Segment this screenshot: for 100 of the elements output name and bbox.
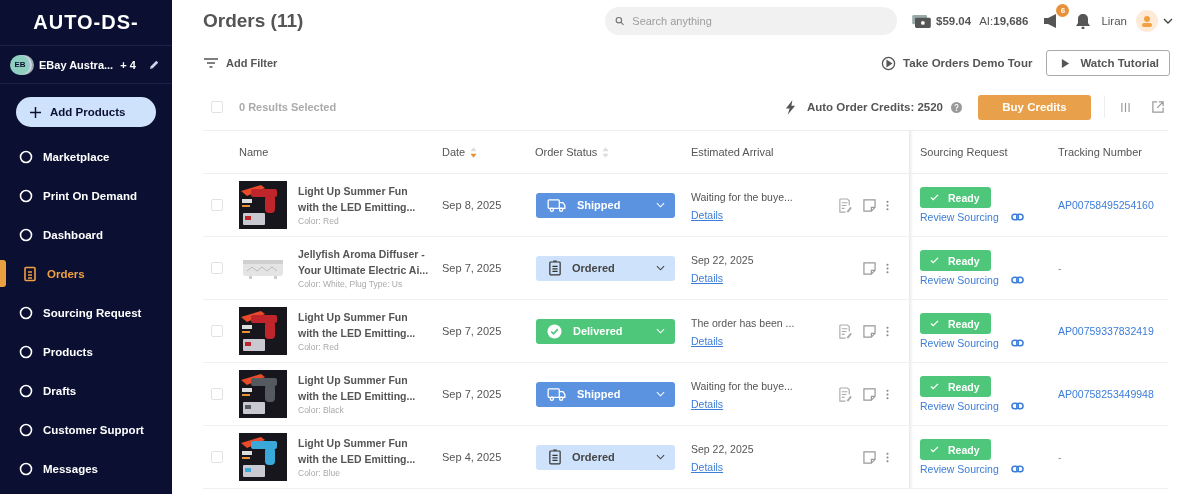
more-icon[interactable]: [886, 387, 889, 401]
column-header[interactable]: Order Status: [535, 146, 691, 158]
note-icon[interactable]: [863, 261, 876, 275]
more-icon[interactable]: [886, 450, 889, 464]
chevron-down-icon[interactable]: [1163, 18, 1173, 24]
link-icon[interactable]: [1010, 402, 1024, 410]
sidebar-item[interactable]: Sourcing Request: [0, 293, 172, 332]
columns-icon[interactable]: [1121, 102, 1130, 112]
bell-icon[interactable]: [1076, 13, 1091, 29]
help-icon[interactable]: [951, 101, 962, 113]
ai-label: AI:: [979, 15, 994, 27]
more-icon[interactable]: [886, 324, 889, 338]
more-icon[interactable]: [886, 261, 889, 275]
sidebar-item[interactable]: Messages: [0, 449, 172, 488]
ai-credits: 19,686: [993, 15, 1029, 27]
demo-tour-link[interactable]: Take Orders Demo Tour: [881, 55, 1033, 71]
product-title[interactable]: Light Up Summer Fun: [298, 182, 416, 199]
column-header[interactable]: Date: [442, 146, 535, 158]
review-sourcing-link[interactable]: Review Sourcing: [920, 337, 999, 349]
invoice-icon[interactable]: [838, 386, 853, 402]
note-icon[interactable]: [863, 450, 876, 464]
row-checkbox[interactable]: [211, 262, 223, 274]
details-link[interactable]: Details: [691, 272, 724, 284]
invoice-icon[interactable]: [838, 323, 853, 339]
clipboard-icon: [549, 260, 561, 276]
link-icon[interactable]: [1010, 465, 1024, 473]
review-sourcing-link[interactable]: Review Sourcing: [920, 211, 999, 223]
row-checkbox[interactable]: [211, 451, 223, 463]
product-title[interactable]: Light Up Summer Fun: [298, 308, 416, 325]
arrival-text: The order has been ...: [691, 317, 796, 329]
product-title[interactable]: with the LED Emitting...: [298, 198, 416, 215]
note-icon[interactable]: [863, 387, 876, 401]
link-icon[interactable]: [1010, 339, 1024, 347]
chevron-down-icon: [656, 391, 665, 397]
sidebar-item[interactable]: Dashboard: [0, 215, 172, 254]
note-icon[interactable]: [863, 324, 876, 338]
product-variant: Color: Black: [298, 403, 345, 417]
tracking-number[interactable]: AP00758495254160: [1058, 199, 1168, 211]
note-icon[interactable]: [863, 198, 876, 212]
sort-icon[interactable]: [470, 146, 478, 158]
more-icon[interactable]: [886, 198, 889, 212]
details-link[interactable]: Details: [691, 209, 724, 221]
tracking-number[interactable]: -: [1058, 451, 1168, 463]
selected-count: 0 Results Selected: [239, 101, 337, 113]
invoice-icon[interactable]: [838, 197, 853, 213]
details-link[interactable]: Details: [691, 461, 724, 473]
sidebar-item[interactable]: Print On Demand: [0, 176, 172, 215]
product-variant: Color: Blue: [298, 466, 342, 480]
sidebar-item[interactable]: Products: [0, 332, 172, 371]
tracking-number[interactable]: AP00759337832419: [1058, 325, 1168, 337]
add-filter-button[interactable]: Add Filter: [204, 57, 278, 69]
export-icon[interactable]: [1152, 101, 1164, 113]
ready-badge: Ready: [920, 439, 991, 460]
row-checkbox[interactable]: [211, 325, 223, 337]
add-products-button[interactable]: Add Products: [16, 97, 156, 127]
review-sourcing-link[interactable]: Review Sourcing: [920, 274, 999, 286]
details-link[interactable]: Details: [691, 398, 724, 410]
search-input[interactable]: Search anything: [630, 14, 887, 28]
cash-icon: [912, 14, 931, 28]
product-title[interactable]: Jellyfish Aroma Diffuser -: [298, 245, 429, 262]
edit-icon[interactable]: [149, 59, 160, 70]
watch-tutorial-button[interactable]: Watch Tutorial: [1046, 50, 1170, 76]
user-name[interactable]: Liran: [1101, 15, 1127, 27]
filter-icon: [204, 58, 218, 68]
column-header: Sourcing Request: [919, 146, 1009, 158]
status-dropdown[interactable]: Ordered: [536, 255, 675, 281]
tracking-number[interactable]: -: [1058, 262, 1168, 274]
play-icon: [1061, 58, 1071, 68]
arrival-text: Waiting for the buye...: [691, 380, 794, 392]
product-variant: Color: White, Plug Type: Us: [298, 277, 404, 291]
row-checkbox[interactable]: [211, 199, 223, 211]
sidebar-item[interactable]: Drafts: [0, 371, 172, 410]
product-title[interactable]: Your Ultimate Electric Ai...: [298, 261, 429, 278]
row-checkbox[interactable]: [211, 388, 223, 400]
ready-badge: Ready: [920, 376, 991, 397]
details-link[interactable]: Details: [691, 335, 724, 347]
arrival-text: Waiting for the buye...: [691, 191, 794, 203]
review-sourcing-link[interactable]: Review Sourcing: [920, 400, 999, 412]
sidebar-item[interactable]: Customer Support: [0, 410, 172, 449]
lightning-icon: [784, 99, 796, 115]
sidebar-item[interactable]: Marketplace: [0, 137, 172, 176]
link-icon[interactable]: [1010, 276, 1024, 284]
product-title[interactable]: with the LED Emitting...: [298, 324, 416, 341]
notification-badge: 6: [1056, 4, 1070, 17]
status-dropdown[interactable]: Ordered: [536, 444, 675, 470]
select-all-checkbox[interactable]: [211, 101, 223, 113]
product-title[interactable]: with the LED Emitting...: [298, 450, 416, 467]
account-name[interactable]: EBay Austra...: [39, 58, 114, 71]
product-title[interactable]: with the LED Emitting...: [298, 387, 416, 404]
play-circle-icon: [881, 55, 897, 71]
user-avatar-icon[interactable]: [1136, 10, 1158, 32]
chevron-down-icon: [656, 454, 665, 460]
product-title[interactable]: Light Up Summer Fun: [298, 434, 416, 451]
tracking-number[interactable]: AP00758253449948: [1058, 388, 1168, 400]
product-title[interactable]: Light Up Summer Fun: [298, 371, 416, 388]
review-sourcing-link[interactable]: Review Sourcing: [920, 463, 999, 475]
link-icon[interactable]: [1010, 213, 1024, 221]
sidebar-item[interactable]: Orders: [0, 254, 172, 293]
ready-badge: Ready: [920, 313, 991, 334]
search-field[interactable]: Search anything: [605, 7, 897, 35]
